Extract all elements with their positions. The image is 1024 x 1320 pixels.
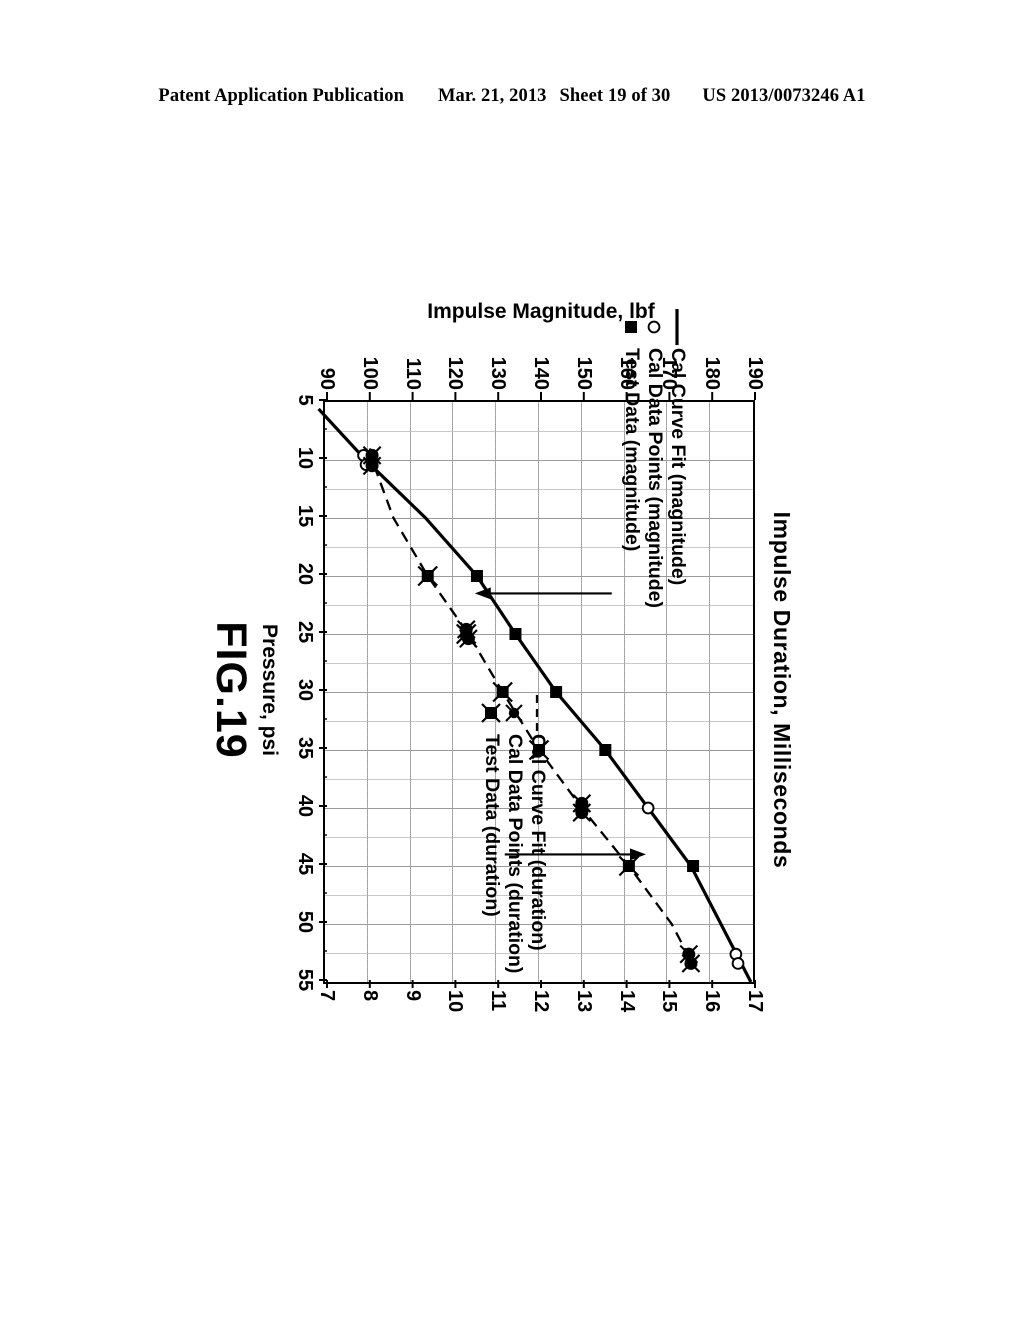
tick-marks xyxy=(319,392,756,988)
header-publication: Patent Application Publication xyxy=(158,86,404,106)
header-sheet: Sheet 19 of 30 xyxy=(559,86,671,106)
page-header: Patent Application Publication Mar. 21, … xyxy=(0,86,1024,116)
header-date: Mar. 21, 2013 xyxy=(438,86,547,106)
chart-figure: Impulse Duration, Milliseconds Pressure,… xyxy=(207,288,817,1098)
header-docnum: US 2013/0073246 A1 xyxy=(702,86,866,106)
figure-19: Impulse Duration, Milliseconds Pressure,… xyxy=(207,288,817,1098)
